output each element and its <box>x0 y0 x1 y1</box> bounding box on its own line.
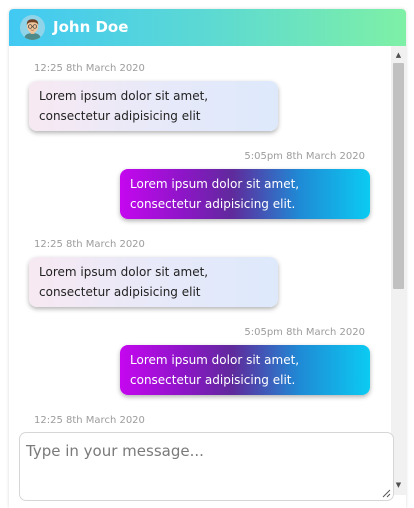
message-composer <box>19 432 394 501</box>
sent-message-bubble: Lorem ipsum dolor sit amet, consectetur … <box>120 345 370 395</box>
message-list-scrollbar[interactable]: ▲ ▼ <box>391 46 406 495</box>
avatar-icon[interactable] <box>20 15 45 40</box>
message-input[interactable] <box>20 433 393 500</box>
sent-message-bubble: Lorem ipsum dolor sit amet, consectetur … <box>120 169 370 219</box>
chat-header: John Doe <box>9 9 406 46</box>
scroll-up-arrow-icon[interactable]: ▲ <box>391 48 406 63</box>
resize-grip-icon[interactable] <box>382 489 391 498</box>
message-timestamp: 12:25 8th March 2020 <box>34 415 145 426</box>
message-timestamp: 5:05pm 8th March 2020 <box>244 327 365 338</box>
contact-name: John Doe <box>53 18 129 36</box>
message-timestamp: 5:05pm 8th March 2020 <box>244 151 365 162</box>
chat-window: John Doe 12:25 8th March 2020 Lorem ipsu… <box>9 9 406 508</box>
message-list: 12:25 8th March 2020 Lorem ipsum dolor s… <box>9 46 391 430</box>
message-timestamp: 12:25 8th March 2020 <box>34 63 145 74</box>
message-timestamp: 12:25 8th March 2020 <box>34 239 145 250</box>
received-message-bubble: Lorem ipsum dolor sit amet, consectetur … <box>29 81 278 131</box>
scrollbar-thumb[interactable] <box>393 63 404 289</box>
received-message-bubble: Lorem ipsum dolor sit amet, consectetur … <box>29 257 278 307</box>
